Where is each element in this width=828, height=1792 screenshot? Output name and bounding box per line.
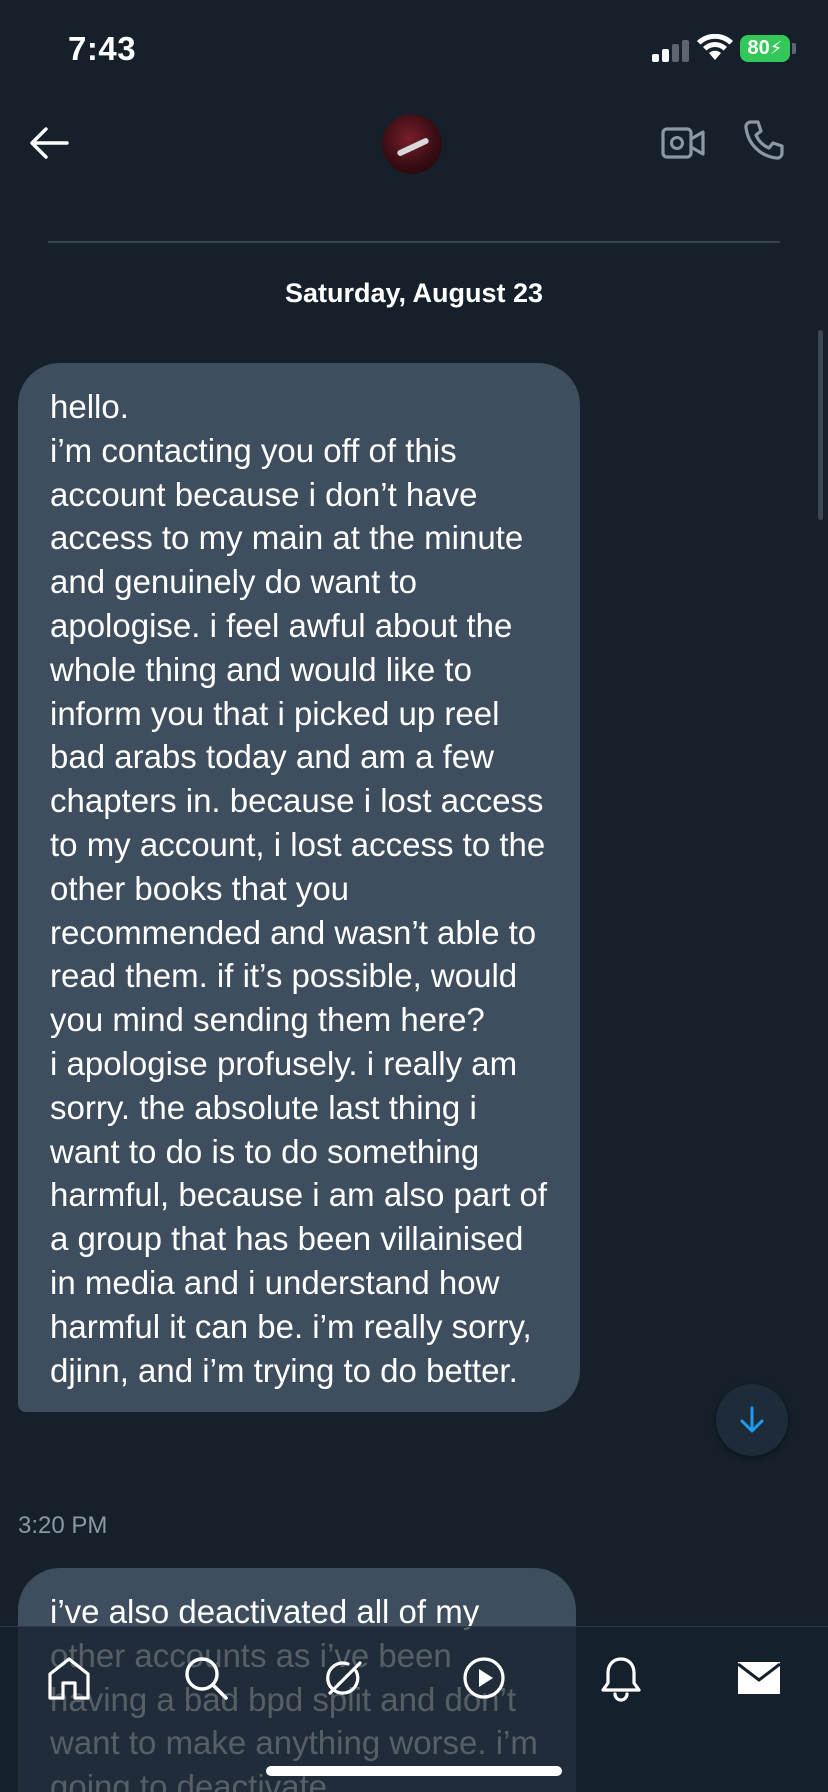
conversation-header xyxy=(0,100,828,243)
charging-bolt-icon: ⚡ xyxy=(769,38,783,58)
scrollbar[interactable] xyxy=(818,330,823,520)
status-time: 7:43 xyxy=(68,30,137,67)
wifi-icon xyxy=(697,34,733,60)
video-call-button[interactable] xyxy=(660,120,706,166)
video-camera-icon xyxy=(661,127,705,159)
bell-icon[interactable] xyxy=(596,1653,646,1703)
message-bubble[interactable]: hello. i’m contacting you off of this ac… xyxy=(18,363,580,1413)
status-bar: 7:43 80 ⚡ xyxy=(0,0,828,100)
message-timestamp: 3:20 PM xyxy=(18,1512,108,1539)
phone-icon xyxy=(744,120,784,160)
arrow-left-icon xyxy=(30,127,69,159)
home-icon[interactable] xyxy=(44,1653,94,1703)
play-icon[interactable] xyxy=(459,1653,509,1703)
search-icon[interactable] xyxy=(181,1653,231,1703)
voice-call-button[interactable] xyxy=(742,118,786,162)
cellular-signal-icon xyxy=(652,40,690,62)
arrow-down-icon xyxy=(740,1406,764,1433)
scroll-to-bottom-button[interactable] xyxy=(716,1384,788,1456)
battery-level: 80 xyxy=(747,37,770,59)
contact-avatar[interactable] xyxy=(382,114,442,174)
dm-conversation-screen: 7:43 80 ⚡ Saturday, August 23 hello. i’m… xyxy=(0,0,828,1792)
home-indicator[interactable] xyxy=(266,1766,562,1776)
grok-icon[interactable] xyxy=(320,1653,370,1703)
mail-icon[interactable] xyxy=(734,1653,784,1703)
battery-indicator: 80 ⚡ xyxy=(740,35,790,62)
date-separator: Saturday, August 23 xyxy=(284,278,544,308)
back-button[interactable] xyxy=(28,122,70,164)
header-divider xyxy=(48,241,780,243)
battery-cap xyxy=(792,43,796,54)
